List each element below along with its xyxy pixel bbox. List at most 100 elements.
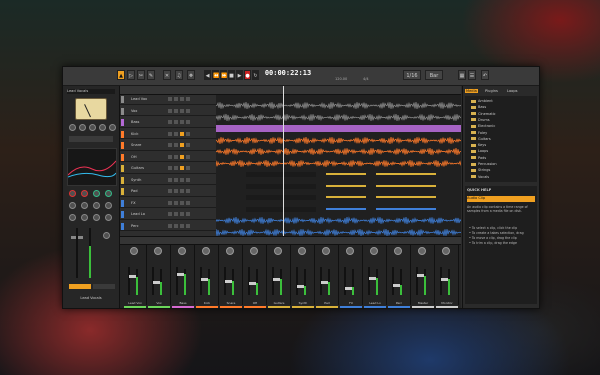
browser-folder[interactable]: Electronic (471, 124, 531, 130)
track-header-7[interactable]: Synth (120, 176, 216, 186)
solo-button[interactable] (174, 189, 178, 193)
monitor-button[interactable] (93, 284, 115, 289)
track-header-2[interactable]: Bass (120, 118, 216, 128)
record-arm-button[interactable] (69, 284, 91, 289)
browser-folder[interactable]: Pads (471, 156, 531, 162)
channel-fader[interactable] (344, 267, 353, 295)
solo-button[interactable] (174, 97, 178, 101)
strip-name[interactable]: Pad (316, 301, 338, 305)
strip-name[interactable]: Lead Vox (124, 301, 146, 305)
browser-tab-loops[interactable]: Loops (507, 89, 518, 93)
eq-q1-knob[interactable] (69, 214, 76, 221)
record-arm-button[interactable] (180, 154, 184, 159)
clip-lane-8[interactable] (216, 187, 461, 200)
track-name[interactable]: Perc (131, 224, 161, 228)
mute-button[interactable] (168, 97, 172, 101)
channel-fader[interactable] (440, 267, 449, 295)
mute-button[interactable] (168, 166, 172, 170)
track-name[interactable]: Guitars (131, 166, 161, 170)
record-arm-button[interactable] (180, 189, 184, 193)
inspector-track-name[interactable]: Lead Vocals (67, 89, 115, 94)
channel-fader[interactable] (200, 267, 209, 295)
snap-value-field[interactable]: 1/16 (403, 70, 421, 80)
hpf-knob[interactable] (79, 124, 86, 131)
strip-name[interactable]: Vox (148, 301, 170, 305)
workspace-icon[interactable]: ▦ (458, 70, 466, 80)
track-header-5[interactable]: OH (120, 153, 216, 163)
solo-button[interactable] (174, 212, 178, 216)
mute-button[interactable] (168, 154, 172, 159)
strip-name[interactable]: Guitars (268, 301, 290, 305)
pan-knob[interactable] (202, 247, 210, 255)
play-button[interactable]: ▶ (236, 70, 243, 80)
playhead[interactable] (283, 86, 284, 236)
eq-low-gain-knob[interactable] (69, 190, 76, 197)
eq-q3-knob[interactable] (93, 214, 100, 221)
pan-knob[interactable] (103, 232, 110, 239)
rewind-button[interactable]: ⏪ (212, 70, 219, 80)
strip-name[interactable]: Kick (196, 301, 218, 305)
track-header-11[interactable]: Perc (120, 222, 216, 232)
record-arm-button[interactable] (180, 97, 184, 101)
track-name[interactable]: Kick (131, 132, 161, 136)
track-header-3[interactable]: Kick (120, 130, 216, 140)
channel-fader[interactable] (416, 267, 425, 295)
channel-fader[interactable] (272, 267, 281, 295)
mute-button[interactable] (168, 131, 172, 136)
pencil-tool-button[interactable]: ✎ (147, 70, 155, 80)
strip-name[interactable]: Bass (172, 301, 194, 305)
track-name[interactable]: FX (131, 201, 161, 205)
browser-folder[interactable]: Guitars (471, 137, 531, 143)
eq-highmid-freq-knob[interactable] (93, 202, 100, 209)
pan-knob[interactable] (250, 247, 258, 255)
record-arm-button[interactable] (180, 212, 184, 216)
stop-button[interactable]: ■ (228, 70, 235, 80)
strip-name[interactable]: OH (244, 301, 266, 305)
browser-folder[interactable]: Cinematic (471, 112, 531, 118)
track-name[interactable]: Bass (131, 120, 161, 124)
mute-button[interactable] (168, 177, 172, 182)
monitor-button[interactable] (186, 200, 190, 205)
inspector-fader-track[interactable] (76, 228, 78, 278)
eq-q4-knob[interactable] (105, 214, 112, 221)
solo-button[interactable] (174, 166, 178, 170)
browser-folder[interactable]: Drums (471, 118, 531, 124)
channel-fader[interactable] (296, 267, 305, 295)
mute-button[interactable] (168, 212, 172, 216)
pan-knob[interactable] (178, 247, 186, 255)
track-name[interactable]: Lead Lo (131, 212, 161, 216)
record-arm-button[interactable] (180, 108, 184, 113)
clip-lane-1[interactable] (215, 107, 462, 122)
track-name[interactable]: Lead Vox (131, 97, 161, 101)
record-arm-button[interactable] (180, 131, 184, 136)
monitor-button[interactable] (186, 97, 190, 101)
browser-toggle-icon[interactable]: ☰ (468, 70, 476, 80)
monitor-button[interactable] (186, 143, 190, 147)
eq-low-freq-knob[interactable] (69, 202, 76, 209)
monitor-button[interactable] (186, 120, 190, 124)
mute-button[interactable] (168, 200, 172, 205)
pan-knob[interactable] (442, 247, 450, 255)
timeline-ruler[interactable] (216, 86, 461, 95)
solo-button[interactable] (174, 120, 178, 124)
track-name[interactable]: Snare (131, 143, 161, 147)
channel-fader[interactable] (368, 267, 377, 295)
record-arm-button[interactable] (180, 223, 184, 228)
strip-name[interactable]: FX (340, 301, 362, 305)
monitor-button[interactable] (186, 154, 190, 159)
browser-folder[interactable]: Strings (471, 168, 531, 174)
eq-high-freq-knob[interactable] (105, 202, 112, 209)
pan-knob[interactable] (346, 247, 354, 255)
tempo-display[interactable]: 120.00 (335, 77, 347, 81)
range-tool-button[interactable]: ▷ (127, 70, 135, 80)
record-arm-button[interactable] (180, 120, 184, 124)
pan-knob[interactable] (418, 247, 426, 255)
eq-curve-display[interactable] (67, 148, 117, 186)
clip-lane-11[interactable] (215, 222, 462, 236)
browser-folder[interactable]: Ambient (471, 99, 531, 105)
select-tool-button[interactable]: ▲ (117, 70, 125, 80)
pan-knob[interactable] (394, 247, 402, 255)
clip-lane-2[interactable] (216, 118, 461, 132)
output-knob[interactable] (109, 124, 116, 131)
channel-fader[interactable] (128, 267, 137, 295)
